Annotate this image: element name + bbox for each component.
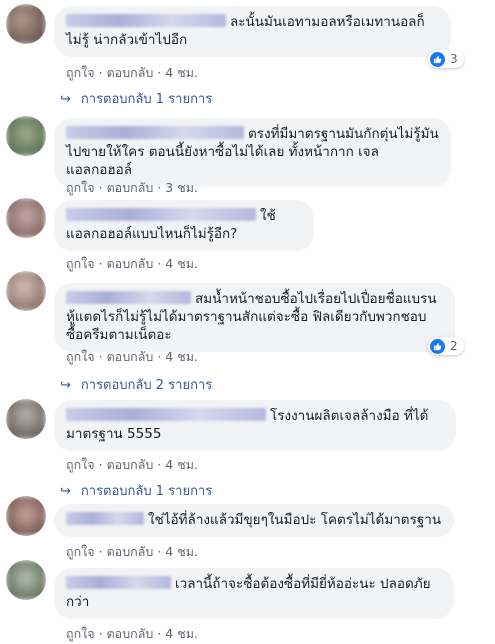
reply-arrow-icon: ↪ (60, 92, 71, 107)
comment-actions: ถูกใจ · ตอบกลับ · 4 ชม. (66, 349, 198, 364)
timestamp[interactable]: 4 ชม. (165, 544, 198, 559)
avatar[interactable] (6, 4, 46, 44)
comment-actions: ถูกใจ · ตอบกลับ · 4 ชม. (66, 256, 198, 271)
comment-bubble: สมน้ำหน้าชอบซื้อไปเรื่อยไปเปื่อยชื่อแบรน… (54, 283, 455, 352)
like-link[interactable]: ถูกใจ (66, 180, 95, 195)
comment-bubble: ใช้แอลกอฮอล์แบบไหนก็ไม่รู้อีก? (54, 200, 314, 251)
commenter-name[interactable] (66, 126, 244, 139)
reply-link[interactable]: ตอบกลับ (107, 180, 154, 195)
thumbs-up-icon (430, 51, 445, 67)
commenter-name[interactable] (66, 208, 256, 221)
reaction-count[interactable]: 2 (428, 337, 464, 355)
avatar[interactable] (6, 399, 46, 439)
comment-text: ใช่ไอ้ที่ล้างแล้วมีขุยๆในมือปะ โคตรไม่ได… (148, 512, 442, 528)
reply-arrow-icon: ↪ (60, 484, 71, 499)
avatar[interactable] (6, 198, 46, 238)
comment-actions: ถูกใจ · ตอบกลับ · 3 ชม. (66, 180, 198, 195)
view-replies-link[interactable]: ↪ การตอบกลับ 1 รายการ (60, 480, 212, 501)
reply-link[interactable]: ตอบกลับ (107, 626, 154, 641)
like-link[interactable]: ถูกใจ (66, 544, 95, 559)
like-link[interactable]: ถูกใจ (66, 457, 95, 472)
like-link[interactable]: ถูกใจ (66, 65, 95, 80)
avatar[interactable] (6, 560, 46, 600)
view-replies-link[interactable]: ↪ การตอบกลับ 2 รายการ (60, 374, 212, 395)
replies-label: การตอบกลับ 1 รายการ (80, 92, 213, 107)
avatar[interactable] (6, 271, 46, 311)
replies-label: การตอบกลับ 1 รายการ (80, 484, 213, 499)
like-link[interactable]: ถูกใจ (66, 256, 95, 271)
timestamp[interactable]: 4 ชม. (165, 65, 198, 80)
like-link[interactable]: ถูกใจ (66, 626, 95, 641)
comment-bubble: ละนั้นมันเอทามอลหรือเมทานอลก็ไม่รู้ น่าก… (54, 6, 451, 57)
view-replies-link[interactable]: ↪ การตอบกลับ 1 รายการ (60, 88, 212, 109)
reply-link[interactable]: ตอบกลับ (107, 457, 154, 472)
commenter-name[interactable] (66, 14, 226, 27)
thumbs-up-icon (430, 338, 445, 354)
commenter-name[interactable] (66, 576, 171, 589)
comment-actions: ถูกใจ · ตอบกลับ · 4 ชม. (66, 626, 198, 641)
commenter-name[interactable] (66, 408, 266, 421)
comment-actions: ถูกใจ · ตอบกลับ · 4 ชม. (66, 457, 198, 472)
reply-link[interactable]: ตอบกลับ (107, 544, 154, 559)
like-link[interactable]: ถูกใจ (66, 349, 95, 364)
replies-label: การตอบกลับ 2 รายการ (80, 378, 213, 393)
timestamp[interactable]: 3 ชม. (165, 180, 198, 195)
reaction-count[interactable]: 3 (428, 50, 464, 68)
timestamp[interactable]: 4 ชม. (165, 626, 198, 641)
timestamp[interactable]: 4 ชม. (165, 256, 198, 271)
reaction-number: 2 (450, 339, 458, 353)
comment-bubble: ใช่ไอ้ที่ล้างแล้วมีขุยๆในมือปะ โคตรไม่ได… (54, 504, 454, 537)
comment-bubble: เวลานี้ถ้าจะซื้อต้องซื้อที่มียี่ห้ออ่ะนะ… (54, 568, 454, 619)
reply-arrow-icon: ↪ (60, 378, 71, 393)
reaction-number: 3 (450, 52, 458, 66)
reply-link[interactable]: ตอบกลับ (107, 256, 154, 271)
comment-actions: ถูกใจ · ตอบกลับ · 4 ชม. (66, 65, 198, 80)
comment-bubble: โรงงานผลิตเจลล้างมือ ที่ได้มาตรฐาน 5555 (54, 400, 456, 451)
timestamp[interactable]: 4 ชม. (165, 349, 198, 364)
avatar[interactable] (6, 116, 46, 156)
avatar[interactable] (6, 496, 46, 536)
reply-link[interactable]: ตอบกลับ (107, 349, 154, 364)
timestamp[interactable]: 4 ชม. (165, 457, 198, 472)
commenter-name[interactable] (66, 512, 144, 525)
commenter-name[interactable] (66, 291, 191, 304)
reply-link[interactable]: ตอบกลับ (107, 65, 154, 80)
comment-actions: ถูกใจ · ตอบกลับ · 4 ชม. (66, 544, 198, 559)
comment-bubble: ตรงที่มีมาตรฐานมันกักตุ่นไม่รู้มันไปขายใ… (54, 118, 451, 187)
